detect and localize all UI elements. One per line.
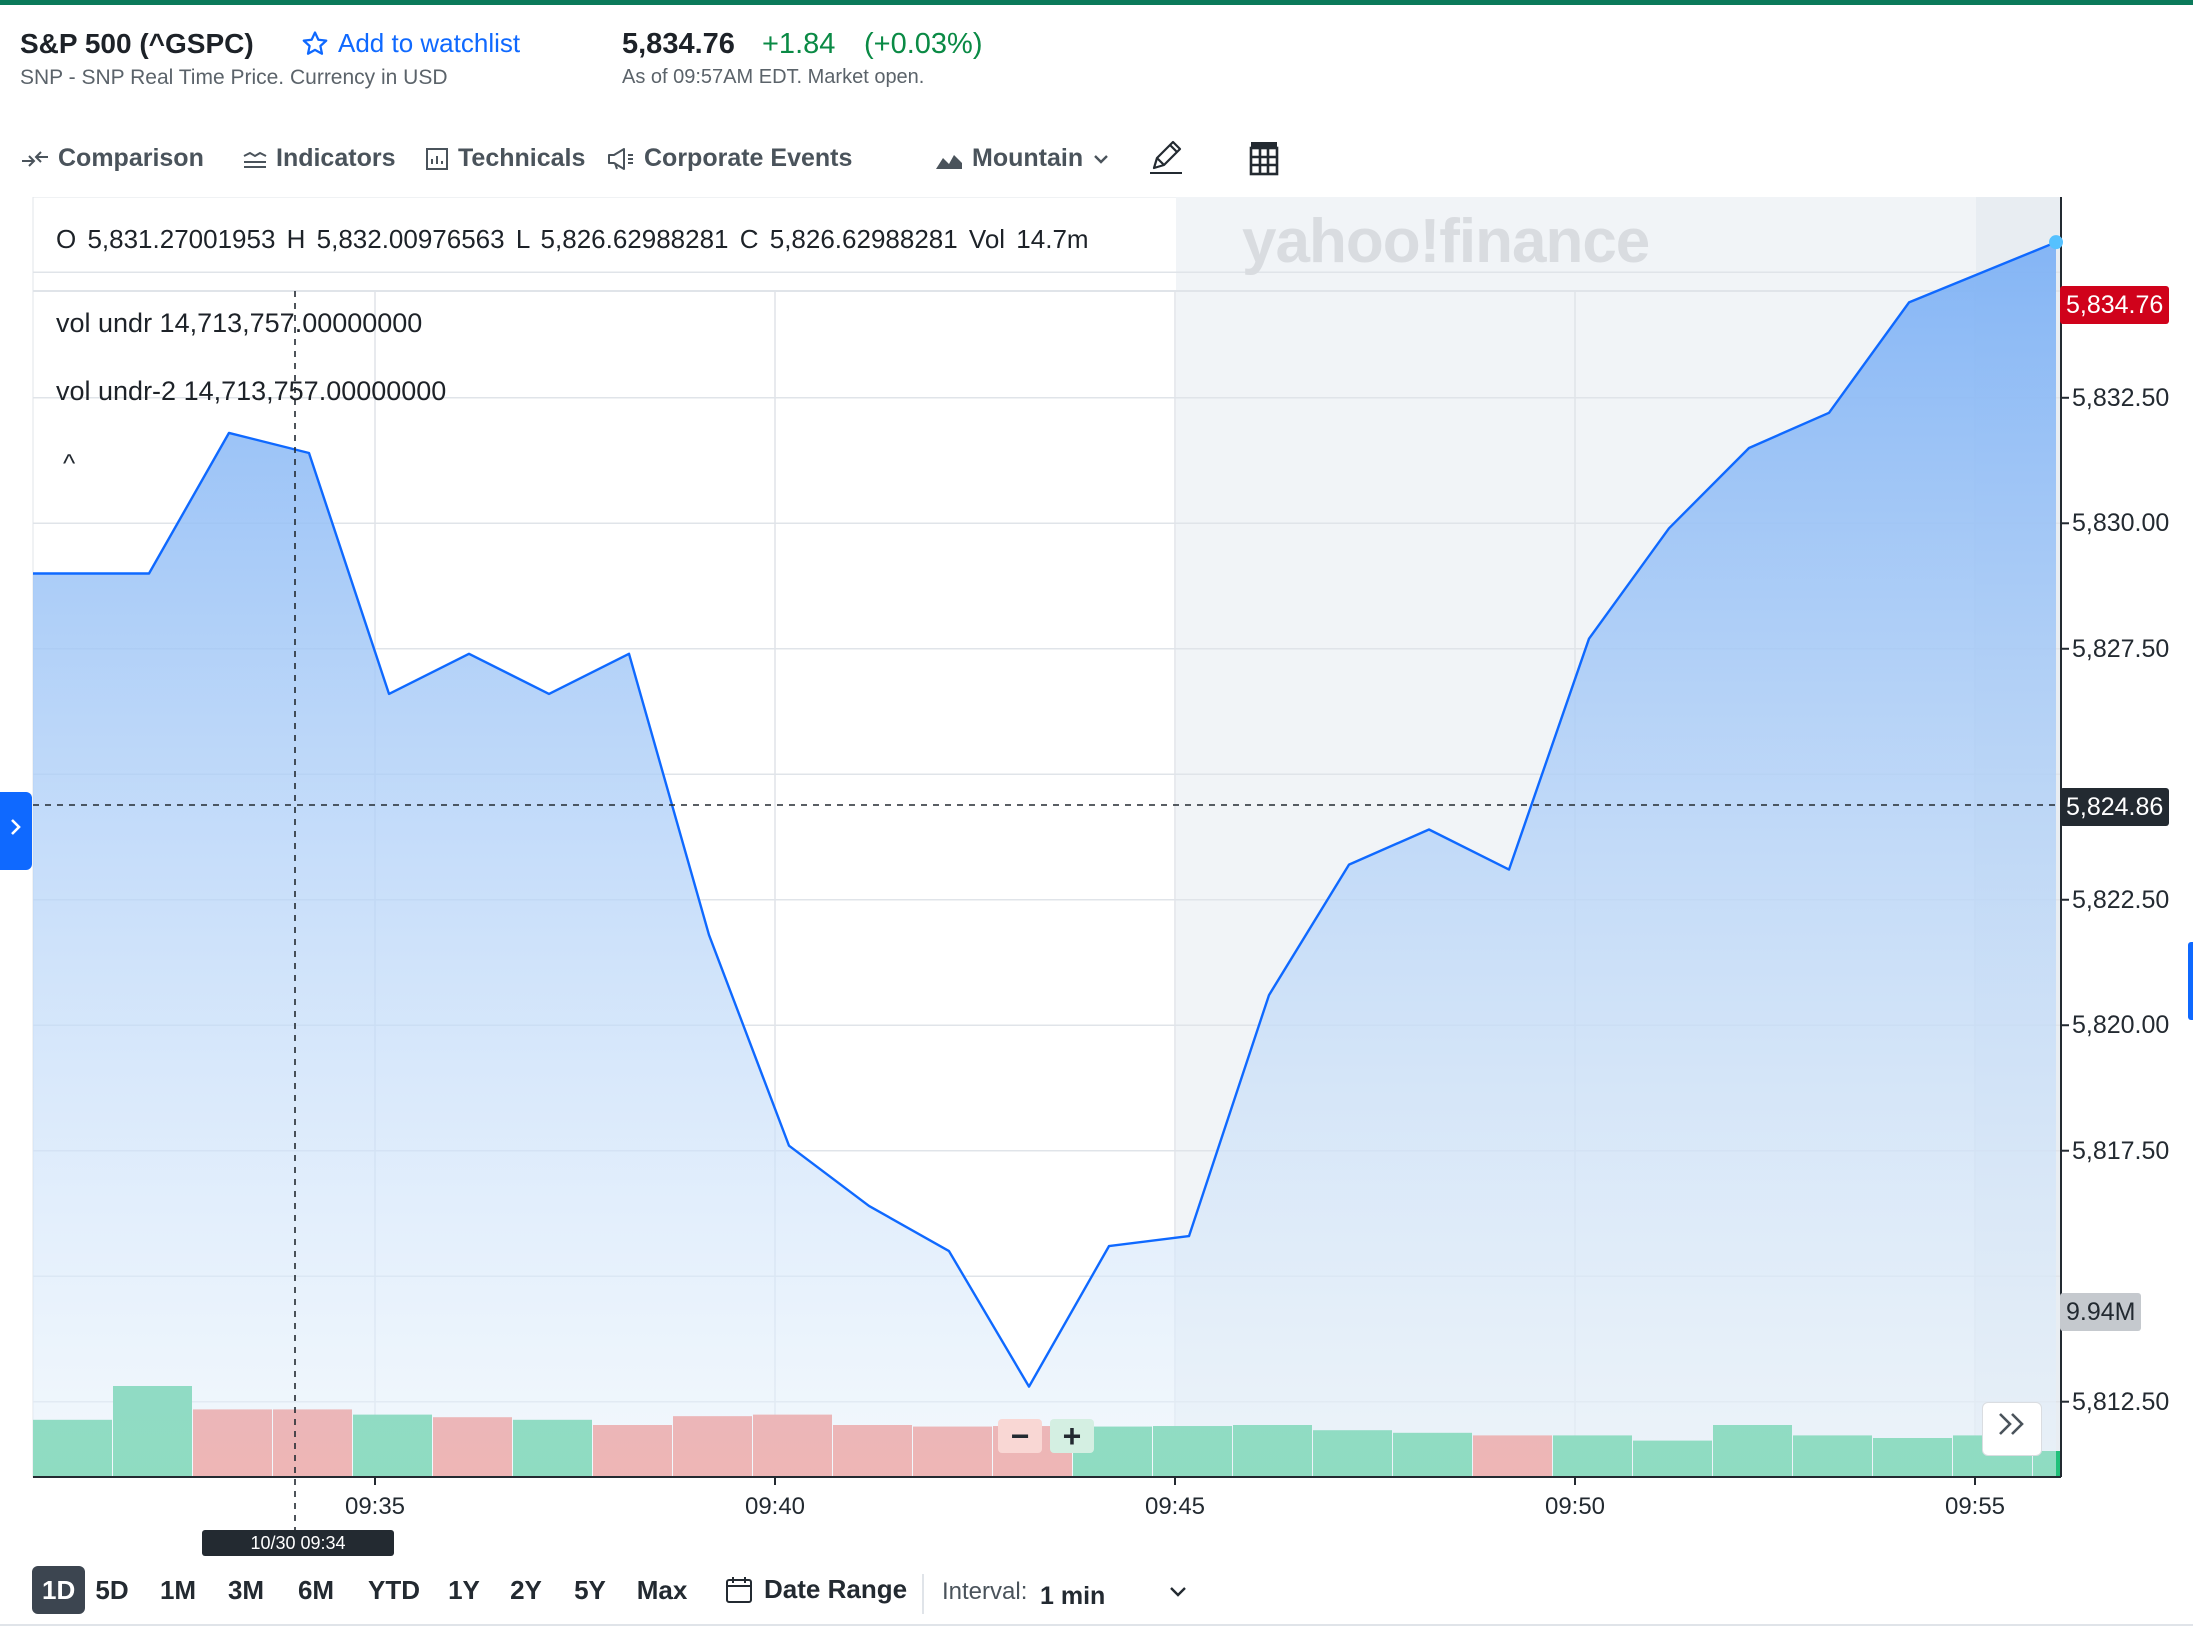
y-tick-label: 5,820.00: [2072, 1011, 2170, 1040]
y-tick-label: 5,832.50: [2072, 383, 2170, 412]
indicators-icon: [243, 151, 267, 168]
date-range-button[interactable]: Date Range: [724, 1574, 907, 1605]
chevron-right-icon: [11, 819, 21, 835]
range-6m[interactable]: 6M: [298, 1566, 334, 1614]
add-to-watchlist-button[interactable]: Add to watchlist: [300, 28, 520, 59]
scroll-to-latest-button[interactable]: [1982, 1402, 2042, 1456]
range-3m[interactable]: 3M: [228, 1566, 264, 1614]
data-table-button[interactable]: [1244, 138, 1284, 178]
page-title: S&P 500 (^GSPC): [20, 28, 254, 59]
volume-tag: 9.94M: [2060, 1293, 2142, 1331]
y-tick-label: 5,822.50: [2072, 885, 2170, 914]
chevron-down-icon[interactable]: [1166, 1580, 1190, 1604]
expand-left-panel-button[interactable]: [0, 792, 32, 870]
y-tick-label: 5,830.00: [2072, 509, 2170, 538]
top-accent-bar: [0, 0, 2193, 5]
range-1m[interactable]: 1M: [160, 1566, 196, 1614]
draw-button[interactable]: [1146, 136, 1186, 176]
quote-source: SNP - SNP Real Time Price. Currency in U…: [20, 66, 448, 89]
crosshair-time-tag: 10/30 09:34: [202, 1530, 394, 1556]
price-change: +1.84: [762, 28, 836, 60]
pencil-icon: [1150, 140, 1182, 174]
range-max[interactable]: Max: [637, 1566, 688, 1614]
watchlist-label: Add to watchlist: [338, 28, 521, 58]
double-chevron-right-icon: [1999, 1413, 2024, 1435]
yahoo-finance-logo: yahoo!finance: [1242, 207, 1650, 276]
last-price-dot: [2049, 235, 2063, 250]
interval-select[interactable]: 1 min: [1040, 1582, 1105, 1611]
range-divider: [922, 1574, 924, 1614]
range-5d[interactable]: 5D: [95, 1566, 128, 1614]
y-tick-label: 5,827.50: [2072, 634, 2170, 663]
x-tick-label: 09:45: [1144, 1493, 1206, 1520]
current-price: 5,834.76: [622, 28, 735, 60]
range-1d[interactable]: 1D: [32, 1566, 86, 1614]
vol-undr-2-legend: vol undr-2 14,713,757.00000000: [56, 376, 447, 406]
chart-type-select[interactable]: Mountain: [934, 144, 1111, 173]
crosshair-price-tag: 5,824.86: [2060, 788, 2170, 826]
star-icon: [302, 30, 328, 55]
x-tick-label: 09:40: [744, 1493, 806, 1520]
y-tick-label: 5,812.50: [2072, 1387, 2170, 1416]
zoom-out-button[interactable]: −: [998, 1419, 1042, 1453]
x-tick-label: 09:55: [1944, 1493, 2006, 1520]
technicals-icon: [426, 147, 448, 170]
price-change-percent: (+0.03%): [864, 28, 983, 60]
x-tick-label: 09:50: [1544, 1493, 1606, 1520]
y-tick-label: 5,817.50: [2072, 1136, 2170, 1165]
zoom-in-button[interactable]: +: [1050, 1419, 1094, 1453]
collapse-legend-icon[interactable]: ^: [63, 448, 76, 478]
interval-label: Interval:: [942, 1578, 1028, 1605]
corporate-events-button[interactable]: Corporate Events: [606, 144, 852, 173]
last-price-tag: 5,834.76: [2060, 286, 2170, 324]
bottom-border: [0, 1624, 2193, 1626]
range-ytd[interactable]: YTD: [368, 1566, 420, 1614]
ohlc-legend: O 5,831.27001953 H 5,832.00976563 L 5,82…: [56, 224, 1089, 254]
range-5y[interactable]: 5Y: [574, 1566, 606, 1614]
comparison-button[interactable]: Comparison: [20, 144, 204, 173]
chevron-down-icon: [1094, 154, 1108, 164]
market-status: As of 09:57AM EDT. Market open.: [622, 66, 925, 88]
range-2y[interactable]: 2Y: [510, 1566, 542, 1614]
megaphone-icon: [608, 147, 633, 170]
technicals-button[interactable]: Technicals: [424, 144, 585, 173]
x-tick-label: 09:35: [344, 1493, 406, 1520]
table-icon: [1249, 142, 1279, 176]
comparison-icon: [22, 150, 48, 167]
range-1y[interactable]: 1Y: [448, 1566, 480, 1614]
calendar-icon: [726, 1576, 752, 1603]
indicators-button[interactable]: Indicators: [242, 144, 395, 173]
right-panel-handle[interactable]: [2188, 942, 2193, 1020]
vol-undr-legend: vol undr 14,713,757.00000000: [56, 308, 423, 338]
mountain-icon: [936, 154, 962, 169]
